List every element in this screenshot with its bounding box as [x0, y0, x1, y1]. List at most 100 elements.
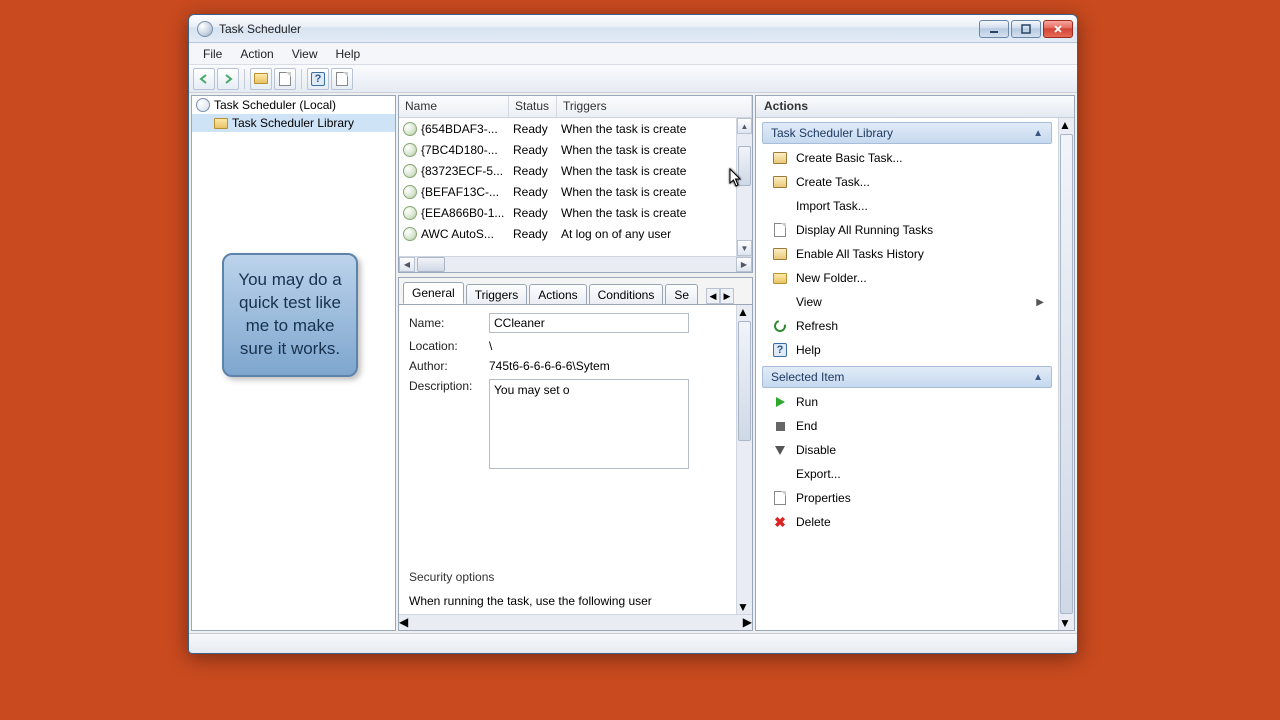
cell-status: Ready	[513, 143, 561, 157]
cell-triggers: When the task is create	[561, 164, 750, 178]
action-label: Import Task...	[796, 199, 868, 213]
run-icon	[772, 394, 788, 410]
close-button[interactable]	[1043, 20, 1073, 38]
scroll-left-button[interactable]: ◀	[399, 257, 415, 272]
table-row[interactable]: {654BDAF3-...ReadyWhen the task is creat…	[399, 118, 752, 139]
tab-triggers[interactable]: Triggers	[466, 284, 528, 305]
group-header-library[interactable]: Task Scheduler Library ▲	[762, 122, 1052, 144]
action-create-task[interactable]: Create Task...	[762, 170, 1052, 194]
action-label: Properties	[796, 491, 851, 505]
scroll-left-button[interactable]: ◀	[399, 615, 408, 630]
action-export[interactable]: Export...	[762, 462, 1052, 486]
action-delete[interactable]: ✖Delete	[762, 510, 1052, 534]
maximize-button[interactable]	[1011, 20, 1041, 38]
scroll-right-button[interactable]: ▶	[736, 257, 752, 272]
action-create-basic-task[interactable]: Create Basic Task...	[762, 146, 1052, 170]
scroll-thumb[interactable]	[738, 321, 751, 441]
scroll-up-button[interactable]: ▲	[737, 305, 752, 319]
action-label: Refresh	[796, 319, 838, 333]
action-view[interactable]: View▶	[762, 290, 1052, 314]
action-refresh[interactable]: Refresh	[762, 314, 1052, 338]
scroll-thumb[interactable]	[738, 146, 751, 186]
table-row[interactable]: {EEA866B0-1...ReadyWhen the task is crea…	[399, 202, 752, 223]
cell-triggers: At log on of any user	[561, 227, 750, 241]
minimize-button[interactable]	[979, 20, 1009, 38]
detail-hscrollbar[interactable]: ◀ ▶	[399, 614, 752, 630]
scroll-thumb[interactable]	[1060, 134, 1073, 614]
annotation-callout: You may do a quick test like me to make …	[222, 253, 358, 377]
refresh-icon	[772, 318, 788, 334]
action-display-running[interactable]: Display All Running Tasks	[762, 218, 1052, 242]
list-vscrollbar[interactable]: ▲ ▼	[736, 118, 752, 256]
scroll-down-button[interactable]: ▼	[737, 600, 752, 614]
action-help[interactable]: ? Help	[762, 338, 1052, 362]
action-label: Create Basic Task...	[796, 151, 903, 165]
task-icon	[403, 185, 417, 199]
scroll-down-button[interactable]: ▼	[1059, 616, 1074, 630]
task-icon	[403, 143, 417, 157]
tree-root[interactable]: Task Scheduler (Local)	[192, 96, 395, 114]
help-icon: ?	[772, 342, 788, 358]
action-new-folder[interactable]: New Folder...	[762, 266, 1052, 290]
scroll-down-button[interactable]: ▼	[737, 240, 752, 256]
forward-button[interactable]	[217, 68, 239, 90]
menu-help[interactable]: Help	[328, 45, 369, 63]
name-field[interactable]	[489, 313, 689, 333]
column-triggers[interactable]: Triggers	[557, 96, 752, 117]
table-row[interactable]: {83723ECF-5...ReadyWhen the task is crea…	[399, 160, 752, 181]
detail-vscrollbar[interactable]: ▲ ▼	[736, 305, 752, 614]
scroll-up-button[interactable]: ▲	[1059, 118, 1074, 132]
scroll-up-button[interactable]: ▲	[737, 118, 752, 134]
menu-file[interactable]: File	[195, 45, 230, 63]
action-import-task[interactable]: Import Task...	[762, 194, 1052, 218]
action-label: End	[796, 419, 817, 433]
tab-general[interactable]: General	[403, 282, 464, 304]
task-icon	[772, 174, 788, 190]
task-icon	[403, 164, 417, 178]
description-label: Description:	[409, 379, 489, 393]
tab-actions[interactable]: Actions	[529, 284, 586, 305]
cell-triggers: When the task is create	[561, 206, 750, 220]
actions-vscrollbar[interactable]: ▲ ▼	[1058, 118, 1074, 630]
action-end[interactable]: End	[762, 414, 1052, 438]
author-value: 745t6-6-6-6-6-6\Sytem	[489, 359, 742, 373]
description-field[interactable]: You may set o	[489, 379, 689, 469]
scroll-thumb[interactable]	[410, 616, 510, 629]
titlebar[interactable]: Task Scheduler	[189, 15, 1077, 43]
tree-library[interactable]: Task Scheduler Library	[192, 114, 395, 132]
properties-toolbar-button[interactable]	[331, 68, 353, 90]
cell-status: Ready	[513, 164, 561, 178]
task-icon	[403, 206, 417, 220]
tab-conditions[interactable]: Conditions	[589, 284, 664, 305]
action-run[interactable]: Run	[762, 390, 1052, 414]
running-icon	[772, 222, 788, 238]
table-row[interactable]: {7BC4D180-...ReadyWhen the task is creat…	[399, 139, 752, 160]
table-row[interactable]: AWC AutoS...ReadyAt log on of any user	[399, 223, 752, 244]
sheet-icon	[279, 72, 291, 86]
list-body: {654BDAF3-...ReadyWhen the task is creat…	[399, 118, 752, 256]
scroll-right-button[interactable]: ▶	[743, 615, 752, 630]
column-status[interactable]: Status	[509, 96, 557, 117]
list-hscrollbar[interactable]: ◀ ▶	[399, 256, 752, 272]
action-disable[interactable]: Disable	[762, 438, 1052, 462]
show-hide-button[interactable]	[274, 68, 296, 90]
up-button[interactable]	[250, 68, 272, 90]
window-title: Task Scheduler	[219, 22, 977, 36]
help-toolbar-button[interactable]: ?	[307, 68, 329, 90]
action-label: Export...	[796, 467, 841, 481]
column-name[interactable]: Name	[399, 96, 509, 117]
scroll-thumb[interactable]	[417, 257, 445, 272]
menu-action[interactable]: Action	[232, 45, 281, 63]
tab-scroll-left[interactable]: ◀	[706, 288, 720, 304]
back-button[interactable]	[193, 68, 215, 90]
tab-scroll-right[interactable]: ▶	[720, 288, 734, 304]
action-enable-history[interactable]: Enable All Tasks History	[762, 242, 1052, 266]
action-label: View	[796, 295, 822, 309]
menu-view[interactable]: View	[284, 45, 326, 63]
security-options-text: When running the task, use the following…	[409, 594, 732, 608]
table-row[interactable]: {BEFAF13C-...ReadyWhen the task is creat…	[399, 181, 752, 202]
action-label: Help	[796, 343, 821, 357]
group-header-selected[interactable]: Selected Item ▲	[762, 366, 1052, 388]
tab-settings-partial[interactable]: Se	[665, 284, 698, 305]
action-properties[interactable]: Properties	[762, 486, 1052, 510]
